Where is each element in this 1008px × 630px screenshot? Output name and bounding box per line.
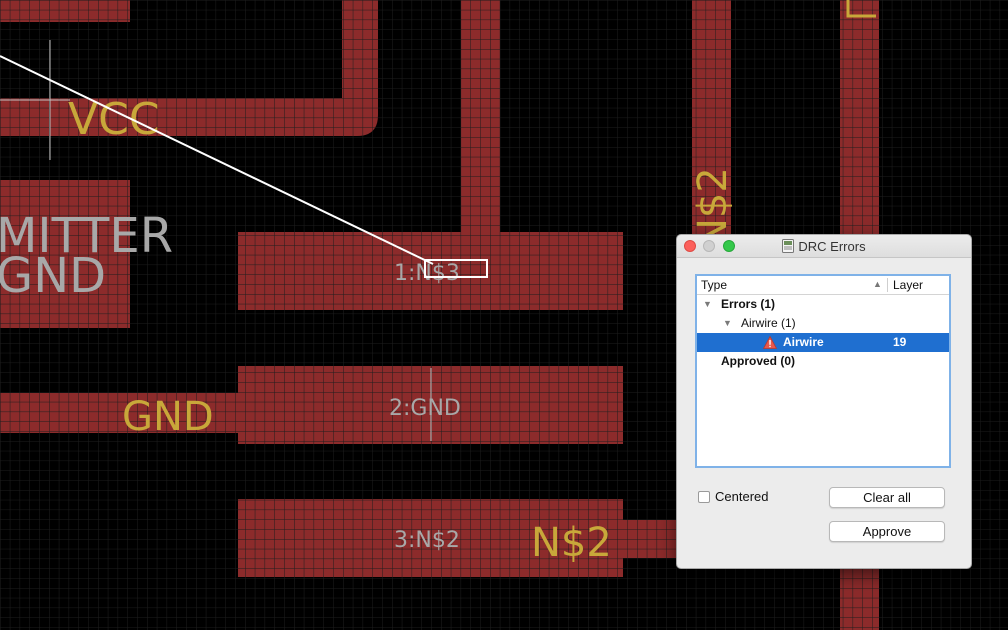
disclosure-expanded-icon[interactable]: ▼ <box>703 295 712 314</box>
window-titlebar[interactable]: DRC Errors <box>677 235 971 258</box>
column-header-type[interactable]: Type <box>701 278 727 292</box>
list-header: Type ▲ Layer <box>697 276 949 295</box>
gnd-trace-label: GND <box>122 394 214 440</box>
n2-trace-label: N$2 <box>531 520 612 566</box>
disclosure-expanded-icon[interactable]: ▼ <box>723 314 732 333</box>
airwire-error-layer: 19 <box>893 335 907 349</box>
clear-all-button[interactable]: Clear all <box>829 487 945 508</box>
sort-ascending-icon[interactable]: ▲ <box>873 279 882 289</box>
pad-2-label: 2:GND <box>389 396 461 421</box>
approve-button[interactable]: Approve <box>829 521 945 542</box>
warning-icon <box>762 335 778 349</box>
drc-errors-window[interactable]: DRC Errors Type ▲ Layer ▼ Errors (1) ▼ A… <box>676 234 972 569</box>
tree-row-airwire-error[interactable]: Airwire 19 <box>697 333 949 352</box>
window-title: DRC Errors <box>798 238 866 254</box>
centered-checkbox[interactable] <box>698 490 710 503</box>
tree-row-errors[interactable]: ▼ Errors (1) <box>697 295 949 314</box>
errors-group-label: Errors (1) <box>721 297 776 311</box>
pad-1-label: 1:N$3 <box>394 261 460 286</box>
vcc-label: VCC <box>68 94 160 145</box>
airwire-error-label: Airwire <box>783 335 824 349</box>
centered-label: Centered <box>715 489 769 504</box>
pad-3-label: 3:N$2 <box>394 528 460 553</box>
gnd-label-left: GND <box>0 248 106 304</box>
tree-row-airwire-group[interactable]: ▼ Airwire (1) <box>697 314 949 333</box>
tree-row-approved[interactable]: Approved (0) <box>697 352 949 371</box>
approved-group-label: Approved (0) <box>721 354 796 368</box>
column-header-layer[interactable]: Layer <box>893 278 923 292</box>
drc-document-icon <box>782 239 795 253</box>
column-separator <box>887 278 888 292</box>
centered-option[interactable]: Centered <box>698 489 768 504</box>
airwire-group-label: Airwire (1) <box>741 316 796 330</box>
drc-error-list[interactable]: Type ▲ Layer ▼ Errors (1) ▼ Airwire (1) … <box>695 274 951 468</box>
